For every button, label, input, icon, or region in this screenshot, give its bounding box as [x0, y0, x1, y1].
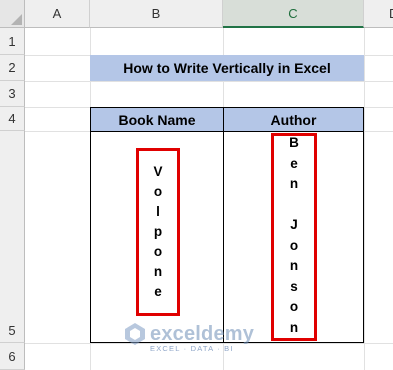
row-header-1[interactable]: 1 — [0, 28, 25, 55]
vertical-char: o — [153, 184, 163, 199]
vertical-char: B — [289, 135, 299, 150]
column-header-d[interactable]: D — [364, 0, 393, 28]
exceldemy-watermark: exceldemy — [123, 322, 254, 346]
select-all-triangle-icon — [11, 14, 22, 25]
vertical-char: o — [289, 299, 299, 314]
row-header-4[interactable]: 4 — [0, 107, 25, 131]
vertical-char: o — [289, 237, 299, 253]
watermark-name: exceldemy — [150, 322, 255, 345]
vertical-char: o — [153, 244, 163, 259]
gridline — [25, 81, 393, 82]
table-header-book-name[interactable]: Book Name — [90, 107, 224, 132]
author-vertical-text: B e n J o n s o n — [271, 133, 317, 338]
watermark-tagline: EXCEL · DATA · BI — [150, 344, 234, 353]
vertical-char: s — [290, 278, 298, 294]
vertical-char: J — [290, 217, 298, 232]
column-header-a[interactable]: A — [25, 0, 90, 28]
gridline — [364, 28, 365, 370]
vertical-char: e — [154, 284, 162, 299]
column-header-b[interactable]: B — [90, 0, 223, 28]
vertical-char: e — [290, 155, 298, 171]
vertical-char: n — [289, 258, 299, 273]
row-header-3[interactable]: 3 — [0, 81, 25, 107]
column-header-c[interactable]: C — [223, 0, 364, 28]
exceldemy-logo-icon — [125, 323, 145, 345]
vertical-char: p — [153, 224, 163, 239]
vertical-char: l — [156, 204, 160, 219]
row-header-6[interactable]: 6 — [0, 343, 25, 370]
vertical-char: V — [153, 164, 163, 179]
sheet-title-cell[interactable]: How to Write Vertically in Excel — [90, 55, 364, 81]
table-header-author[interactable]: Author — [223, 107, 364, 132]
vertical-char: n — [289, 319, 299, 335]
vertical-char: n — [153, 264, 163, 279]
book-name-vertical-text: V o l p o n e — [136, 162, 180, 302]
vertical-char: n — [289, 176, 299, 191]
row-header-2[interactable]: 2 — [0, 55, 25, 81]
row-header-5[interactable]: 5 — [0, 131, 25, 343]
